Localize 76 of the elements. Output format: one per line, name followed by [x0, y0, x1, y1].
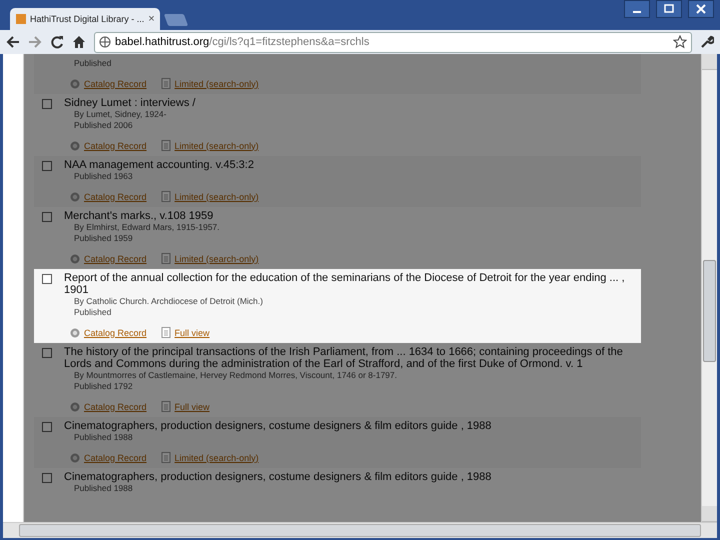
checkbox[interactable] [42, 274, 52, 284]
result-title: NAA management accounting. v.45:3:2 [64, 159, 254, 171]
checkbox[interactable] [42, 161, 52, 171]
page-icon [160, 327, 171, 338]
checkbox[interactable] [42, 348, 52, 358]
page-icon [160, 191, 171, 202]
author-text: By Mountmorres of Castlemaine, Hervey Redmond Morres, Viscount, 1746 or 8-1797. [73, 370, 398, 381]
horizontal-scrollbar-thumb[interactable] [19, 524, 701, 537]
catalog-record-link[interactable]: Catalog Record [84, 140, 147, 150]
site-logo-icon [16, 14, 26, 24]
close-button[interactable] [688, 0, 714, 18]
page-icon [160, 253, 171, 264]
catalog-record-link[interactable]: Catalog Record [84, 78, 147, 88]
published-text: Published 2006 [73, 120, 134, 131]
maximize-icon [664, 4, 674, 14]
page-icon [160, 452, 171, 463]
forward-icon[interactable] [28, 35, 42, 49]
catalog-record-link[interactable]: Catalog Record [84, 192, 147, 202]
info-icon [70, 452, 80, 462]
home-icon[interactable] [72, 35, 86, 49]
result-title: Sidney Lumet : interviews / [64, 97, 196, 109]
star-icon[interactable] [673, 35, 687, 49]
info-icon [70, 402, 80, 412]
minimize-icon [633, 11, 641, 13]
back-icon[interactable] [6, 35, 20, 49]
result-title: Cinematographers, production designers, costume designers & film editors guide , 1988 [64, 471, 492, 483]
info-icon [70, 192, 80, 202]
close-icon [696, 4, 706, 14]
checkbox[interactable] [42, 99, 52, 109]
published-text: Published 1988 [73, 432, 134, 443]
page-icon [160, 401, 171, 412]
access-link[interactable]: Limited (search-only) [174, 140, 259, 150]
result-title: Cinematographers, production designers, costume designers & film editors guide , 1988 [64, 420, 492, 432]
info-icon [70, 254, 80, 264]
catalog-record-link[interactable]: Catalog Record [84, 452, 147, 462]
page-icon [160, 140, 171, 151]
access-link[interactable]: Limited (search-only) [174, 254, 259, 264]
new-tab-button[interactable] [164, 14, 188, 26]
catalog-record-link[interactable]: Catalog Record [84, 402, 147, 412]
published-text: Published 1959 [73, 233, 134, 244]
checkbox[interactable] [42, 473, 52, 483]
author-text: By Lumet, Sidney, 1924- [73, 109, 168, 120]
catalog-record-link[interactable]: Catalog Record [84, 328, 147, 338]
result-title: Merchant's marks., v.108 1959 [64, 210, 214, 222]
tab-title: HathiTrust Digital Library - ... [30, 14, 144, 24]
access-link[interactable]: Limited (search-only) [174, 192, 259, 202]
access-link[interactable]: Limited (search-only) [174, 452, 259, 462]
published-text: Published [73, 307, 112, 318]
globe-icon [99, 36, 111, 48]
reload-icon[interactable] [50, 35, 64, 49]
catalog-record-link[interactable]: Catalog Record [84, 254, 147, 264]
info-icon [70, 140, 80, 150]
minimize-button[interactable] [624, 0, 650, 18]
author-text: By Elmhirst, Edward Mars, 1915-1957. [73, 222, 221, 233]
result-title: Report of the annual collection for the education of the seminarians of the Diocese of Detroit for the year ending ... , 1901 [64, 272, 626, 296]
published-text: Published 1792 [73, 381, 134, 392]
scrollbar-thumb[interactable] [703, 260, 716, 362]
access-link[interactable]: Full view [174, 328, 210, 338]
author-text: By Catholic Church. Archdiocese of Detroit (Mich.) [73, 296, 264, 307]
published-text: Published 1963 [73, 171, 134, 182]
info-icon [70, 78, 80, 88]
checkbox[interactable] [42, 212, 52, 222]
browser-tab[interactable]: HathiTrust Digital Library - ... × [10, 8, 160, 30]
url-text: babel.hathitrust.org/cgi/ls?q1=fitzstephens&a=srchls [115, 36, 370, 48]
result-title: The history of the principal transactions of the Irish Parliament, from ... 1634 to 1666; containing proceedings of the Lords and Commons during the administration of the Earl of Strafford, and of the first Duke of Ormond. v. 1 [64, 346, 624, 370]
maximize-button[interactable] [656, 0, 682, 18]
access-link[interactable]: Full view [174, 402, 210, 412]
close-tab-button[interactable]: × [148, 13, 155, 25]
address-bar[interactable]: babel.hathitrust.org/cgi/ls?q1=fitzstephens&a=srchls [94, 32, 692, 52]
info-icon [70, 328, 80, 338]
wrench-icon[interactable] [700, 35, 714, 49]
published-text: Published [73, 58, 112, 69]
checkbox[interactable] [42, 422, 52, 432]
page-icon [160, 78, 171, 89]
published-text: Published 1988 [73, 483, 134, 494]
access-link[interactable]: Limited (search-only) [174, 78, 259, 88]
